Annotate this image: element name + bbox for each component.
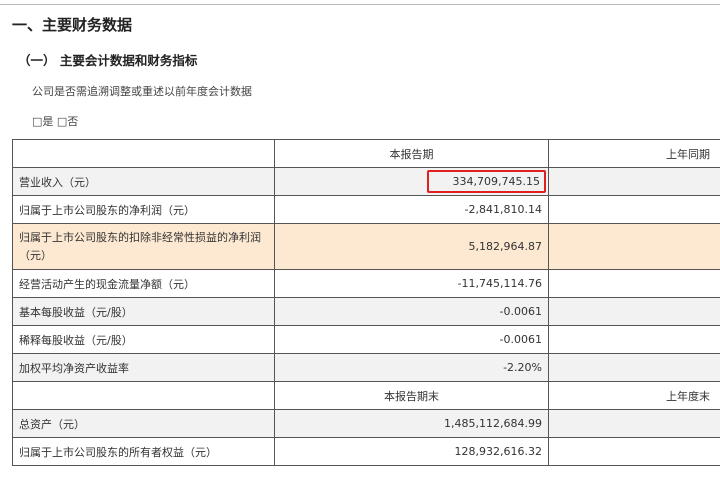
row-value: -2.20%	[274, 353, 549, 382]
table-row: 稀释每股收益（元/股） -0.0061	[12, 325, 720, 354]
row-value: 5,182,964.87	[274, 223, 549, 270]
table-row: 基本每股收益（元/股） -0.0061	[12, 297, 720, 326]
table-row: 归属于上市公司股东的净利润（元） -2,841,810.14	[12, 195, 720, 224]
row-label: 归属于上市公司股东的所有者权益（元）	[12, 437, 275, 466]
row-value: -0.0061	[274, 325, 549, 354]
row-value: -11,745,114.76	[274, 269, 549, 298]
row-label: 归属于上市公司股东的扣除非经常性损益的净利润（元）	[12, 223, 275, 270]
header-current-period: 本报告期	[274, 139, 549, 168]
table-header-row: 本报告期 上年同期	[12, 139, 720, 168]
header-previous-period: 上年同期	[548, 139, 720, 168]
table-row: 归属于上市公司股东的扣除非经常性损益的净利润（元） 5,182,964.87	[12, 223, 720, 270]
row-label: 经营活动产生的现金流量净额（元）	[12, 269, 275, 298]
row-label: 营业收入（元）	[12, 167, 275, 196]
table-row: 归属于上市公司股东的所有者权益（元） 128,932,616.32	[12, 437, 720, 466]
row-label: 归属于上市公司股东的净利润（元）	[12, 195, 275, 224]
row-value: -0.0061	[274, 297, 549, 326]
row-value: -2,841,810.14	[274, 195, 549, 224]
row-label: 总资产（元）	[12, 409, 275, 438]
restatement-options: □是 □否	[32, 115, 79, 128]
row-label: 基本每股收益（元/股）	[12, 297, 275, 326]
table-row: 经营活动产生的现金流量净额（元） -11,745,114.76	[12, 269, 720, 298]
highlighted-value: 334,709,745.15	[426, 170, 546, 193]
header-previous-year-end: 上年度末	[548, 381, 720, 410]
restatement-question: 公司是否需追溯调整或重述以前年度会计数据	[32, 85, 252, 98]
header-current-period-end: 本报告期末	[274, 381, 549, 410]
row-value: 128,932,616.32	[274, 437, 549, 466]
row-label: 加权平均净资产收益率	[12, 353, 275, 382]
top-divider	[0, 4, 720, 5]
table-row: 加权平均净资产收益率 -2.20%	[12, 353, 720, 382]
row-label: 稀释每股收益（元/股）	[12, 325, 275, 354]
row-value: 1,485,112,684.99	[274, 409, 549, 438]
table-row: 总资产（元） 1,485,112,684.99	[12, 409, 720, 438]
subsection-title: （一） 主要会计数据和财务指标	[18, 53, 198, 68]
table-header-row-2: 本报告期末 上年度末	[12, 381, 720, 410]
section-title: 一、主要财务数据	[12, 16, 133, 34]
table-row: 营业收入（元） 334,709,745.15	[12, 167, 720, 196]
financial-data-table: 本报告期 上年同期 营业收入（元） 334,709,745.15 归属于上市公司股东…	[12, 139, 720, 466]
